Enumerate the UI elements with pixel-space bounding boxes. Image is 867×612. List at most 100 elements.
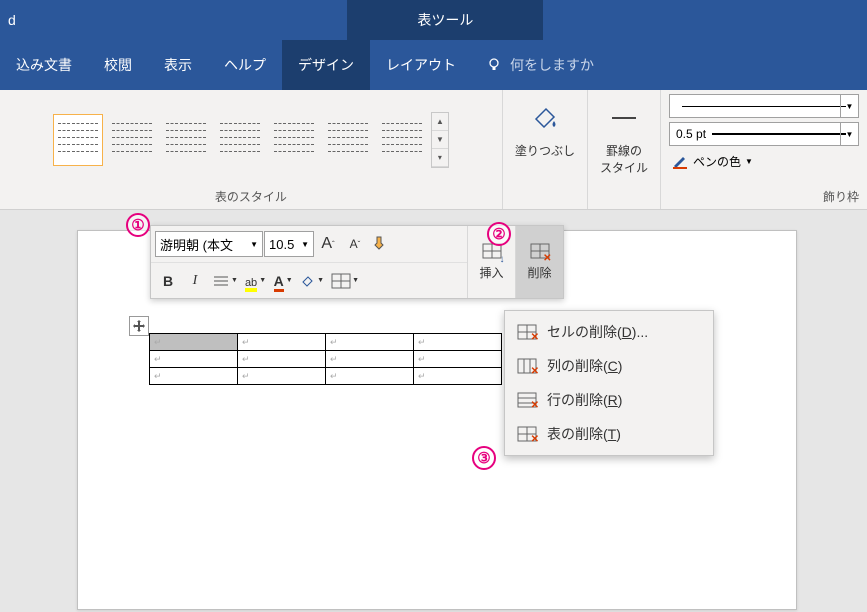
chevron-down-icon: ▼	[745, 157, 753, 166]
annotation-2: ②	[487, 222, 511, 246]
table-style-thumb[interactable]	[161, 114, 211, 166]
table-style-thumb[interactable]	[269, 114, 319, 166]
table-cell[interactable]: ↵	[238, 334, 326, 351]
table-style-thumb[interactable]	[323, 114, 373, 166]
shrink-font-button[interactable]: Aˇ	[342, 230, 368, 258]
table-cell[interactable]: ↵	[150, 368, 238, 385]
table-cell[interactable]: ↵	[326, 351, 414, 368]
accelerator-key: R	[608, 392, 618, 408]
table-cell[interactable]: ↵	[238, 368, 326, 385]
chevron-down-icon: ▼	[352, 277, 359, 284]
menu-text: 行の削除(	[547, 392, 608, 408]
highlight-button[interactable]: ab ▼	[242, 267, 269, 295]
ribbon-tabs: 込み文書 校閲 表示 ヘルプ デザイン レイアウト 何をしますか	[0, 40, 867, 90]
font-size-value: 10.5	[269, 237, 294, 252]
table-cell[interactable]: ↵	[150, 334, 238, 351]
accelerator-key: D	[622, 324, 632, 340]
menu-text: )	[618, 392, 623, 408]
delete-label: 削除	[527, 264, 551, 281]
group-label-table-styles: 表のスタイル	[215, 186, 287, 207]
title-bar: d 表ツール	[0, 0, 867, 40]
table-style-thumb[interactable]	[215, 114, 265, 166]
menu-text: 表の削除(	[547, 426, 608, 442]
tab-review[interactable]: 校閲	[88, 40, 148, 90]
borders-mini-button[interactable]: ▼	[328, 267, 362, 295]
table-style-thumb[interactable]	[377, 114, 427, 166]
pen-weight-preview	[712, 133, 846, 135]
font-name-combo[interactable]: 游明朝 (本文 ▼	[155, 231, 263, 257]
bold-button[interactable]: B	[155, 267, 181, 295]
gallery-up-icon[interactable]: ▲	[432, 113, 448, 131]
pen-color-button[interactable]: ペンの色 ▼	[669, 150, 859, 172]
chevron-down-icon: ▼	[840, 95, 858, 117]
table-cell[interactable]: ↵	[414, 334, 502, 351]
tell-me-search[interactable]: 何をしますか	[472, 40, 608, 90]
chevron-down-icon: ▼	[297, 240, 309, 249]
menu-text: )	[616, 426, 621, 442]
grid-icon	[331, 273, 351, 289]
menu-text: )	[618, 358, 623, 374]
tab-layout[interactable]: レイアウト	[370, 40, 472, 90]
delete-columns-icon: ✕	[517, 357, 537, 375]
table-row[interactable]: ↵↵↵↵	[150, 334, 502, 351]
contextual-tab-label: 表ツール	[347, 0, 543, 40]
tell-me-label: 何をしますか	[510, 55, 594, 75]
brush-icon	[373, 235, 391, 253]
table-style-thumb[interactable]	[107, 114, 157, 166]
gallery-down-icon[interactable]: ▼	[432, 131, 448, 149]
accelerator-key: T	[608, 426, 617, 442]
border-style-label: 罫線の スタイル	[600, 142, 648, 176]
table-row[interactable]: ↵↵↵↵	[150, 368, 502, 385]
border-style-button[interactable]: 罫線の スタイル	[594, 94, 654, 180]
annotation-1: ①	[126, 213, 150, 237]
font-name-value: 游明朝 (本文	[160, 235, 233, 254]
table-cell[interactable]: ↵	[150, 351, 238, 368]
move-icon	[132, 319, 146, 333]
table-move-handle[interactable]	[129, 316, 149, 336]
chevron-down-icon: ▼	[840, 123, 858, 145]
table-cell[interactable]: ↵	[326, 368, 414, 385]
group-pen: ▼ 0.5 pt ▼ ペンの色 ▼ 飾り枠	[661, 90, 867, 209]
delete-rows-item[interactable]: ✕ 行の削除(R)	[505, 383, 713, 417]
annotation-3: ③	[472, 446, 496, 470]
table-styles-gallery[interactable]: ▲▼▾	[53, 94, 449, 186]
pen-style-combo[interactable]: ▼	[669, 94, 859, 118]
table-row[interactable]: ↵↵↵↵	[150, 351, 502, 368]
group-label-borders: 飾り枠	[669, 188, 859, 205]
delete-table-item[interactable]: ✕ 表の削除(T)	[505, 417, 713, 451]
delete-icon: ✕	[530, 243, 550, 262]
document-table[interactable]: ↵↵↵↵ ↵↵↵↵ ↵↵↵↵	[149, 333, 502, 385]
grow-font-button[interactable]: Aˆ	[315, 230, 341, 258]
group-shading: 塗りつぶし	[503, 90, 588, 209]
delete-button[interactable]: ✕ 削除	[516, 226, 563, 298]
delete-cells-icon: ✕	[517, 323, 537, 341]
gallery-more-icon[interactable]: ▾	[432, 149, 448, 167]
delete-cells-item[interactable]: ✕ セルの削除(D)...	[505, 315, 713, 349]
delete-columns-item[interactable]: ✕ 列の削除(C)	[505, 349, 713, 383]
table-cell[interactable]: ↵	[326, 334, 414, 351]
group-table-styles: ▲▼▾ 表のスタイル	[0, 90, 503, 209]
tab-help[interactable]: ヘルプ	[208, 40, 282, 90]
chevron-down-icon: ▼	[231, 277, 238, 284]
menu-text: 列の削除(	[547, 358, 608, 374]
align-button[interactable]: ▼	[209, 267, 241, 295]
chevron-down-icon: ▼	[317, 277, 324, 284]
table-cell[interactable]: ↵	[238, 351, 326, 368]
tab-design[interactable]: デザイン	[282, 40, 370, 90]
delete-table-icon: ✕	[517, 425, 537, 443]
tab-view[interactable]: 表示	[148, 40, 208, 90]
tab-mailings[interactable]: 込み文書	[0, 40, 88, 90]
italic-button[interactable]: I	[182, 267, 208, 295]
table-cell[interactable]: ↵	[414, 368, 502, 385]
table-style-thumb[interactable]	[53, 114, 103, 166]
shading-button[interactable]: 塗りつぶし	[509, 94, 581, 163]
font-size-combo[interactable]: 10.5 ▼	[264, 231, 314, 257]
insert-label: 挿入	[479, 264, 503, 281]
pen-weight-combo[interactable]: 0.5 pt ▼	[669, 122, 859, 146]
table-cell[interactable]: ↵	[414, 351, 502, 368]
font-color-button[interactable]: A ▼	[270, 267, 296, 295]
format-painter-button[interactable]	[369, 230, 395, 258]
align-icon	[212, 274, 230, 288]
shading-mini-button[interactable]: ▼	[297, 267, 327, 295]
gallery-scroll[interactable]: ▲▼▾	[431, 112, 449, 168]
